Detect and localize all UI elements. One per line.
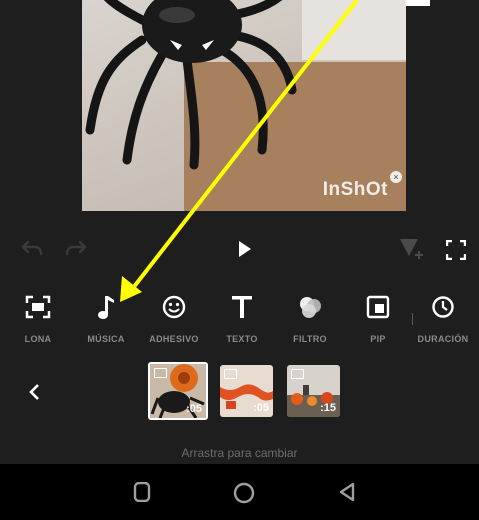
back-nav-icon[interactable] (336, 481, 358, 503)
home-icon[interactable] (232, 481, 256, 505)
recent-apps-icon[interactable] (132, 482, 152, 502)
android-nav-bar (0, 464, 479, 520)
annotation-arrow (120, 0, 359, 302)
